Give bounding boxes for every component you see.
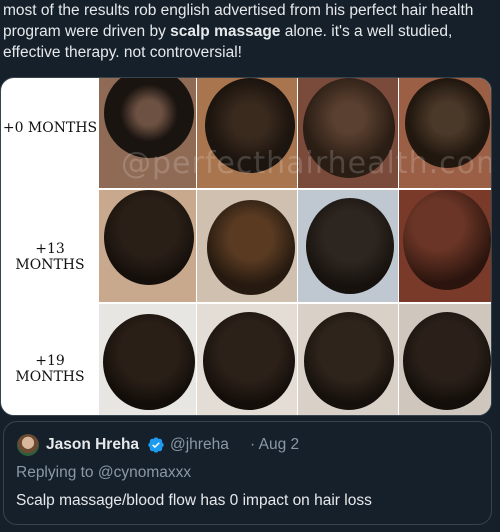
photo-13-4 xyxy=(399,190,491,302)
row-label-19-months: +19 MONTHS xyxy=(15,353,85,385)
row-label-13-months: +13 MONTHS xyxy=(15,241,85,273)
photo-13-3 xyxy=(298,190,398,302)
quote-text: Scalp massage/blood flow has 0 impact on… xyxy=(16,492,372,509)
tweet-media-image[interactable]: +0 MONTHS +13 MONTHS +19 MONTHS @perfect… xyxy=(0,77,492,416)
verified-badge-icon xyxy=(148,437,164,453)
replying-to-label: Replying to xyxy=(16,464,98,481)
photo-0-2 xyxy=(197,78,297,188)
quote-author-name[interactable]: Jason Hreha xyxy=(46,436,139,454)
replying-to: Replying to @cynomaxxx xyxy=(16,464,191,482)
quote-author-handle[interactable]: @jhreha xyxy=(170,436,229,454)
photo-19-2 xyxy=(197,304,297,415)
separator-dot: · xyxy=(250,436,256,453)
quote-date-text[interactable]: Aug 2 xyxy=(259,436,300,453)
photo-13-2 xyxy=(197,190,297,302)
photo-13-1 xyxy=(99,190,196,302)
row-label-0-months: +0 MONTHS xyxy=(2,120,98,136)
photo-0-4 xyxy=(399,78,491,188)
photo-0-1 xyxy=(99,78,196,188)
quote-date[interactable]: · Aug 2 xyxy=(250,436,299,454)
tweet-text: most of the results rob english advertis… xyxy=(3,0,493,63)
photo-19-3 xyxy=(298,304,398,415)
avatar[interactable] xyxy=(17,434,39,456)
tweet-text-bold: scalp massage xyxy=(170,23,281,40)
quoted-tweet[interactable]: Jason Hreha @jhreha · Aug 2 Replying to … xyxy=(3,421,492,525)
replying-to-handle[interactable]: @cynomaxxx xyxy=(98,464,191,481)
photo-19-4 xyxy=(399,304,491,415)
photo-19-1 xyxy=(99,304,196,415)
photo-0-3 xyxy=(298,78,398,188)
